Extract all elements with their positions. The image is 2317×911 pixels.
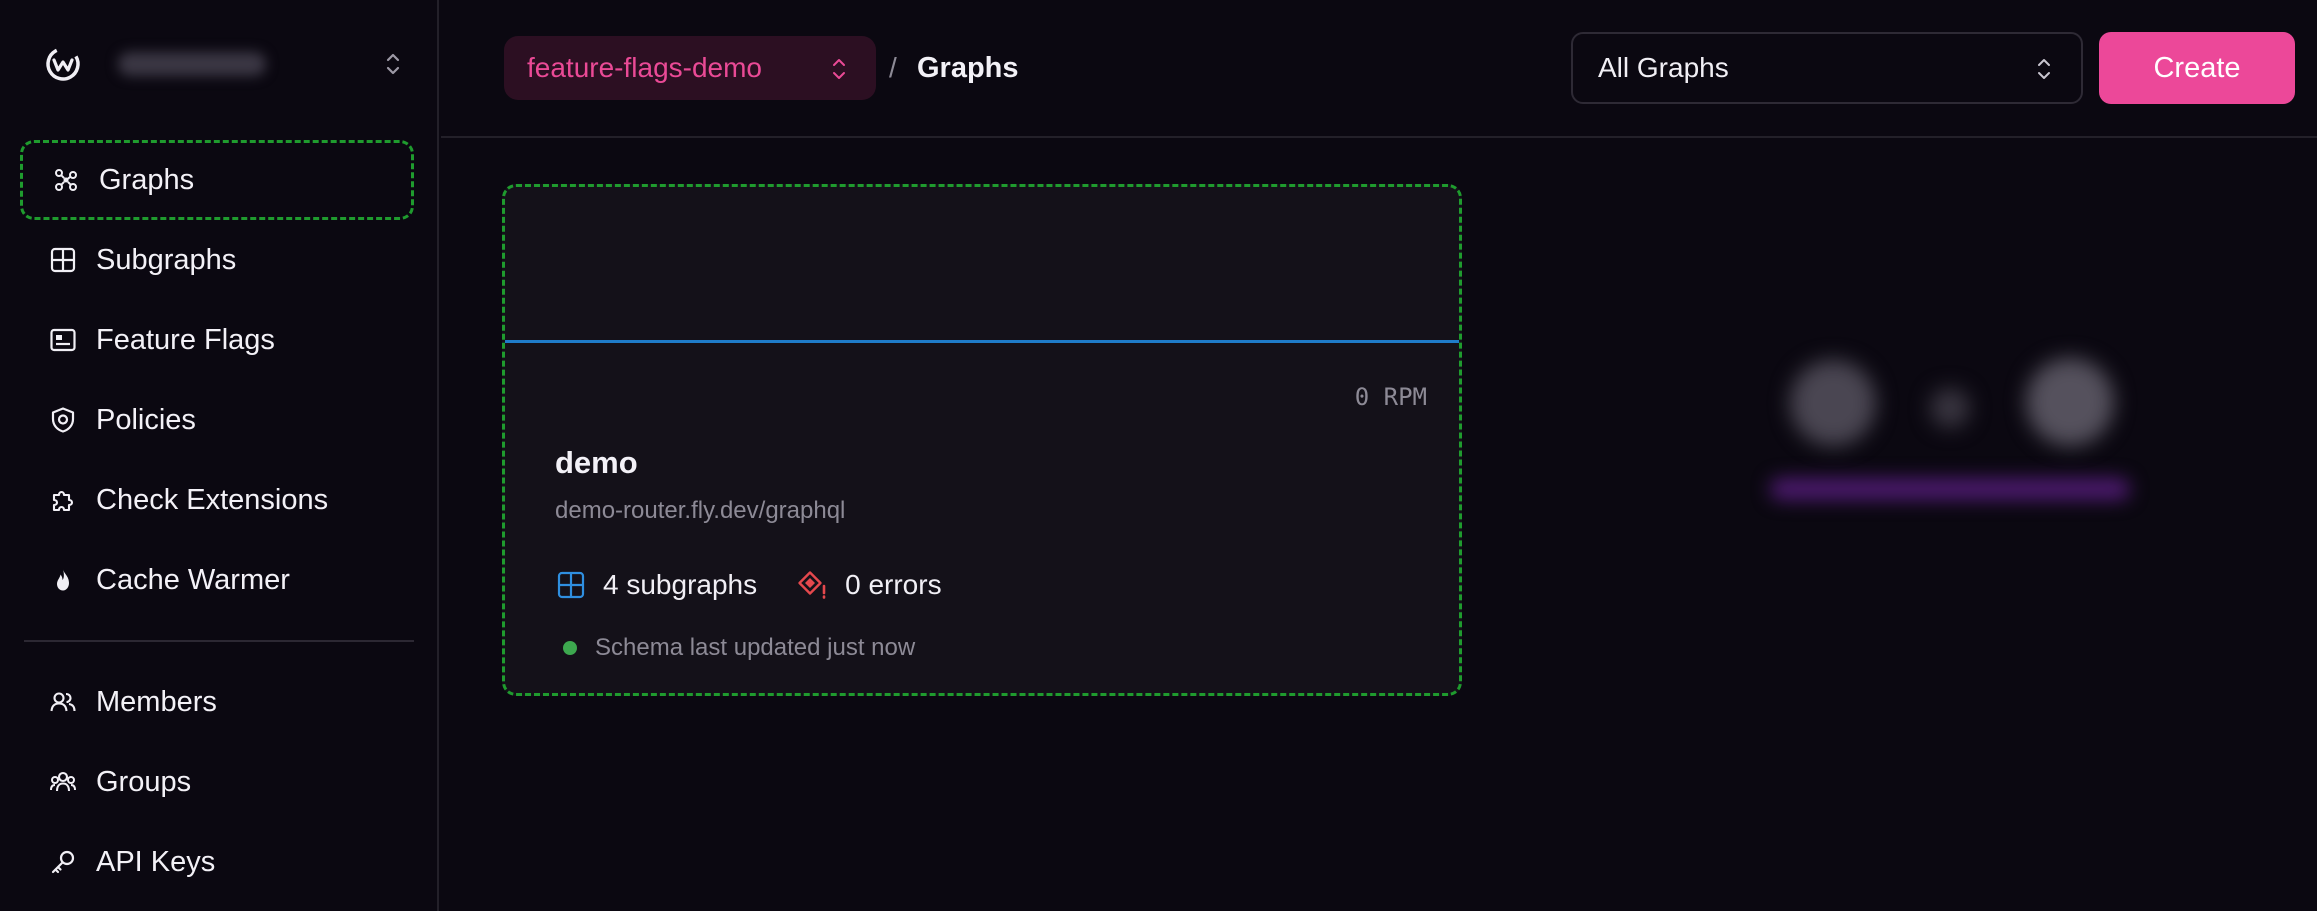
sidebar-item-label: Feature Flags [96, 323, 275, 356]
puzzle-icon [48, 485, 78, 515]
error-diamond-icon [797, 569, 829, 601]
graph-filter-select[interactable]: All Graphs [1571, 32, 2083, 104]
schema-status-text: Schema last updated just now [595, 634, 916, 661]
breadcrumb-separator: / [889, 52, 897, 83]
org-switcher[interactable] [44, 40, 404, 88]
graph-icon [51, 165, 81, 195]
sidebar-item-label: Members [96, 685, 217, 718]
shield-icon [48, 405, 78, 435]
graph-stats: 4 subgraphs 0 errors [555, 569, 982, 601]
sidebar-item-label: Check Extensions [96, 483, 329, 516]
subgraph-count-label: 4 subgraphs [603, 569, 758, 600]
sidebar: Graphs Subgraphs Feature Flags Policies … [0, 0, 439, 911]
sidebar-item-label: Cache Warmer [96, 563, 290, 596]
namespace-label: feature-flags-demo [527, 52, 763, 83]
rpm-value: 0 RPM [1354, 383, 1427, 411]
graph-url: demo-router.fly.dev/graphql [555, 497, 846, 524]
sidebar-item-policies[interactable]: Policies [20, 380, 414, 460]
status-dot-icon [563, 641, 577, 655]
sidebar-divider [24, 640, 414, 642]
subgraph-count: 4 subgraphs [555, 569, 757, 601]
sidebar-item-label: Groups [96, 765, 192, 798]
page-title: Graphs [917, 52, 1019, 84]
key-icon [48, 847, 78, 877]
wundergraph-logo-icon [44, 45, 82, 83]
create-button[interactable]: Create [2099, 32, 2295, 104]
chevron-up-down-icon [382, 50, 404, 78]
graph-name: demo [555, 445, 638, 480]
graph-card[interactable]: 0 RPM demo demo-router.fly.dev/graphql 4… [502, 184, 1462, 696]
sidebar-item-subgraphs[interactable]: Subgraphs [20, 220, 414, 300]
namespace-selector[interactable]: feature-flags-demo [504, 36, 876, 100]
chevron-up-down-icon [2035, 56, 2053, 82]
sidebar-item-cache-warmer[interactable]: Cache Warmer [20, 540, 414, 620]
sidebar-item-check-extensions[interactable]: Check Extensions [20, 460, 414, 540]
grid-icon [48, 245, 78, 275]
flame-icon [48, 565, 78, 595]
schema-status: Schema last updated just now [563, 634, 915, 662]
error-count-label: 0 errors [845, 569, 942, 600]
blurred-placeholder-illustration [1740, 350, 2160, 530]
rpm-sparkline [505, 187, 1459, 343]
chevron-up-down-icon [830, 56, 848, 82]
sidebar-item-label: Subgraphs [96, 243, 237, 276]
error-count: 0 errors [797, 569, 942, 601]
page-header: feature-flags-demo / Graphs All Graphs C… [441, 0, 2317, 138]
sidebar-item-label: Policies [96, 403, 196, 436]
sidebar-item-label: API Keys [96, 845, 216, 878]
graph-filter-value: All Graphs [1598, 52, 1729, 83]
sidebar-item-groups[interactable]: Groups [20, 742, 414, 822]
org-name-redacted [118, 52, 266, 76]
group-icon [48, 767, 78, 797]
grid-icon [555, 569, 587, 601]
users-icon [48, 687, 78, 717]
sidebar-item-feature-flags[interactable]: Feature Flags [20, 300, 414, 380]
sidebar-item-api-keys[interactable]: API Keys [20, 822, 414, 902]
sidebar-item-graphs[interactable]: Graphs [20, 140, 414, 220]
app-root: Graphs Subgraphs Feature Flags Policies … [0, 0, 2317, 911]
sidebar-item-members[interactable]: Members [20, 662, 414, 742]
sidebar-item-label: Graphs [99, 163, 195, 196]
flag-card-icon [48, 325, 78, 355]
